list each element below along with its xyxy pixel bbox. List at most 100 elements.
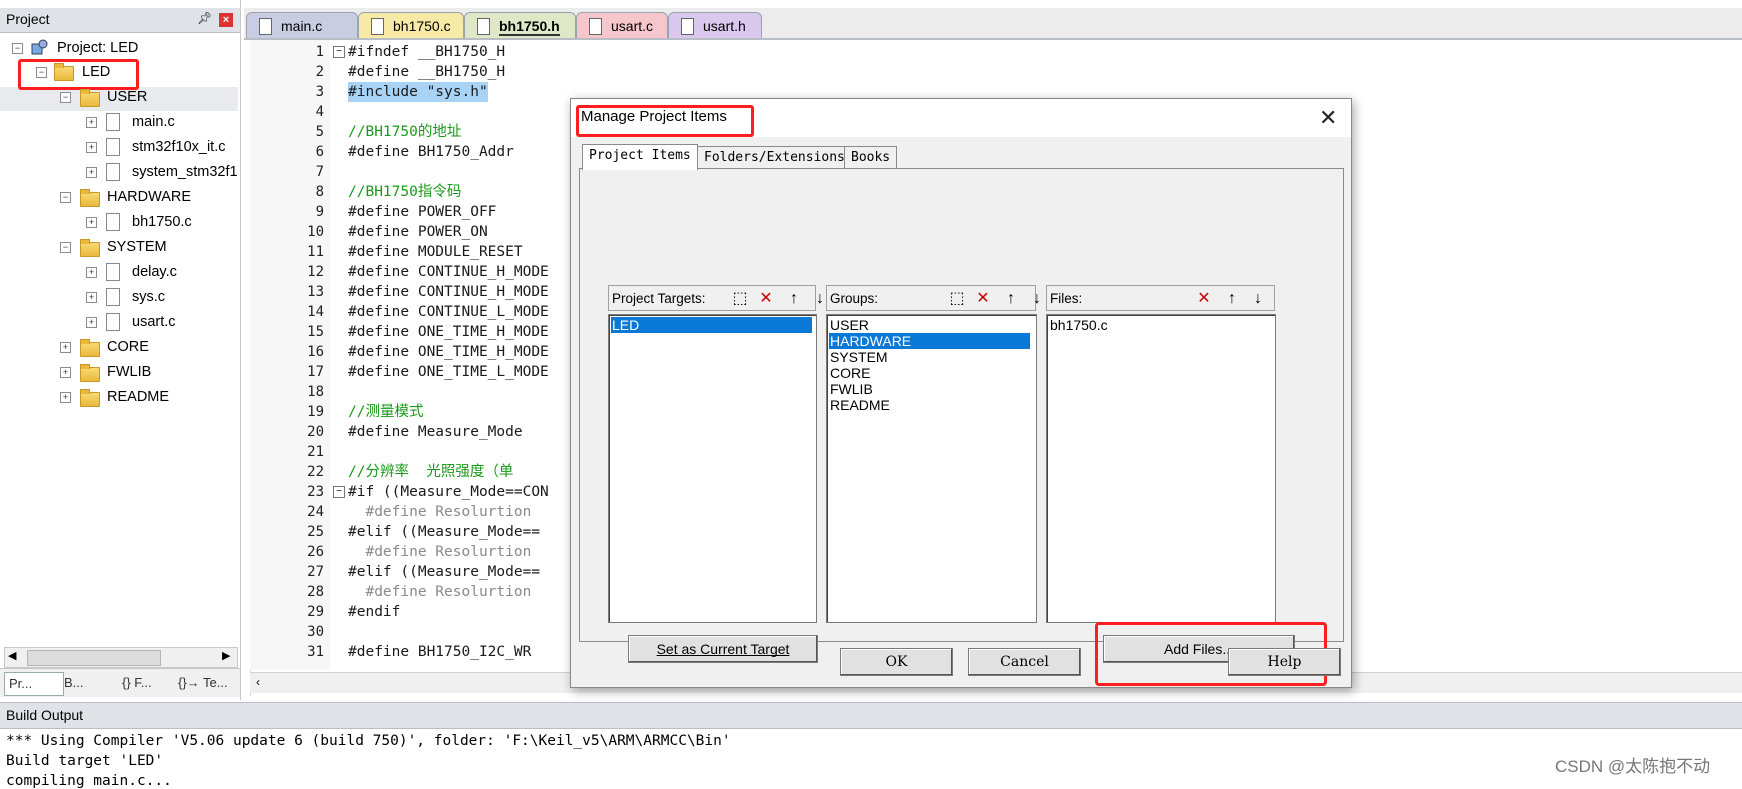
fold-icon[interactable]: −: [333, 46, 345, 58]
code-line[interactable]: #define Measure_Mode: [348, 422, 523, 442]
expand-icon[interactable]: +: [86, 217, 97, 228]
code-line[interactable]: #define ONE_TIME_H_MODE: [348, 342, 549, 362]
scroll-left-icon[interactable]: ‹: [256, 675, 260, 689]
editor-tab-usart-c[interactable]: usart.c: [576, 12, 668, 38]
collapse-icon[interactable]: −: [60, 192, 71, 203]
code-line[interactable]: //分辨率 光照强度（单: [348, 462, 513, 482]
delete-icon[interactable]: ✕: [1195, 290, 1213, 308]
code-line[interactable]: #define Resolurtion: [348, 502, 531, 522]
code-line[interactable]: //BH1750的地址: [348, 122, 461, 142]
tree-item-group-fwlib[interactable]: + FWLIB: [0, 360, 238, 384]
move-down-icon[interactable]: ↓: [1249, 290, 1267, 308]
code-line[interactable]: #define CONTINUE_H_MODE: [348, 262, 549, 282]
groups-listbox[interactable]: USER HARDWARE SYSTEM CORE FWLIB README: [826, 314, 1037, 623]
code-line[interactable]: #define ONE_TIME_L_MODE: [348, 362, 549, 382]
tab-templates[interactable]: {}→ Te...: [178, 672, 228, 694]
fold-icon[interactable]: −: [333, 486, 345, 498]
project-horizontal-scrollbar[interactable]: ◀ ▶: [4, 647, 238, 668]
tree-item-group-hardware[interactable]: − HARDWARE: [0, 185, 238, 209]
tree-item-file[interactable]: + usart.c: [0, 310, 238, 334]
expand-icon[interactable]: +: [86, 167, 97, 178]
list-item[interactable]: CORE: [829, 365, 1030, 381]
list-item[interactable]: HARDWARE: [829, 333, 1030, 349]
expand-icon[interactable]: +: [86, 267, 97, 278]
tab-books[interactable]: Books: [844, 146, 898, 169]
code-line[interactable]: #define __BH1750_H: [348, 62, 505, 82]
code-line[interactable]: #define CONTINUE_L_MODE: [348, 302, 549, 322]
code-line[interactable]: #define Resolurtion: [348, 542, 531, 562]
new-icon[interactable]: ⬚: [948, 290, 966, 308]
code-line[interactable]: //测量模式: [348, 402, 423, 422]
expand-icon[interactable]: +: [86, 117, 97, 128]
tree-item-file[interactable]: + main.c: [0, 110, 238, 134]
collapse-icon[interactable]: −: [60, 92, 71, 103]
scrollbar-thumb[interactable]: [27, 650, 161, 666]
expand-icon[interactable]: +: [86, 317, 97, 328]
editor-tab-bh1750-h[interactable]: bh1750.h: [464, 12, 576, 38]
expand-icon[interactable]: +: [86, 292, 97, 303]
editor-tab-usart-h[interactable]: usart.h: [668, 12, 762, 38]
tree-item-file[interactable]: + delay.c: [0, 260, 238, 284]
editor-tab-bh1750-c[interactable]: bh1750.c: [358, 12, 464, 38]
code-line[interactable]: //BH1750指令码: [348, 182, 461, 202]
new-icon[interactable]: ⬚: [731, 290, 749, 308]
tab-books[interactable]: B...: [64, 672, 84, 694]
move-up-icon[interactable]: ↑: [1223, 290, 1241, 308]
code-line[interactable]: #endif: [348, 602, 400, 622]
close-icon[interactable]: ✕: [1319, 105, 1337, 131]
code-line[interactable]: #elif ((Measure_Mode==: [348, 522, 540, 542]
set-as-current-target-button[interactable]: Set as Current Target: [628, 635, 818, 663]
code-line[interactable]: #define CONTINUE_H_MODE: [348, 282, 549, 302]
tab-functions[interactable]: {} F...: [122, 672, 152, 694]
code-line[interactable]: #include "sys.h": [348, 82, 488, 102]
help-button[interactable]: Help: [1228, 648, 1341, 676]
files-listbox[interactable]: bh1750.c: [1046, 314, 1276, 623]
list-item[interactable]: SYSTEM: [829, 349, 1030, 365]
delete-icon[interactable]: ✕: [974, 290, 992, 308]
tree-item-group-user[interactable]: − USER: [0, 85, 238, 109]
tree-item-group-readme[interactable]: + README: [0, 385, 238, 409]
expand-icon[interactable]: +: [86, 142, 97, 153]
editor-tab-main-c[interactable]: main.c: [246, 12, 358, 38]
tab-folders-extensions[interactable]: Folders/Extensions: [697, 146, 852, 169]
tree-item-file[interactable]: + bh1750.c: [0, 210, 238, 234]
code-line[interactable]: #define BH1750_I2C_WR: [348, 642, 531, 662]
list-item[interactable]: LED: [611, 317, 812, 333]
tree-item-group-core[interactable]: + CORE: [0, 335, 238, 359]
tab-project-items[interactable]: Project Items: [582, 144, 698, 170]
scroll-right-icon[interactable]: ▶: [222, 649, 230, 662]
targets-listbox[interactable]: LED: [608, 314, 817, 623]
list-item[interactable]: README: [829, 397, 1030, 413]
tree-item-file[interactable]: + system_stm32f1: [0, 160, 238, 184]
tree-item-file[interactable]: + sys.c: [0, 285, 238, 309]
code-line[interactable]: #ifndef __BH1750_H: [348, 42, 505, 62]
code-line[interactable]: #define POWER_OFF: [348, 202, 496, 222]
ok-button[interactable]: OK: [840, 648, 953, 676]
expand-icon[interactable]: +: [60, 392, 71, 403]
tree-item-project-root[interactable]: − Project: LED: [0, 36, 238, 60]
delete-icon[interactable]: ✕: [757, 290, 775, 308]
collapse-icon[interactable]: −: [12, 43, 23, 54]
code-line[interactable]: #define Resolurtion: [348, 582, 531, 602]
cancel-button[interactable]: Cancel: [968, 648, 1081, 676]
code-line[interactable]: #define MODULE_RESET: [348, 242, 523, 262]
expand-icon[interactable]: +: [60, 342, 71, 353]
move-down-icon[interactable]: ↓: [1028, 290, 1046, 308]
tree-item-file[interactable]: + stm32f10x_it.c: [0, 135, 238, 159]
list-item[interactable]: bh1750.c: [1049, 317, 1270, 333]
scroll-left-icon[interactable]: ◀: [8, 649, 16, 662]
move-up-icon[interactable]: ↑: [1002, 290, 1020, 308]
close-icon[interactable]: ×: [219, 13, 233, 27]
code-line[interactable]: #define ONE_TIME_H_MODE: [348, 322, 549, 342]
expand-icon[interactable]: +: [60, 367, 71, 378]
list-item[interactable]: FWLIB: [829, 381, 1030, 397]
collapse-icon[interactable]: −: [60, 242, 71, 253]
code-line[interactable]: #define BH1750_Addr: [348, 142, 514, 162]
code-line[interactable]: #elif ((Measure_Mode==: [348, 562, 540, 582]
code-line[interactable]: #if ((Measure_Mode==CON: [348, 482, 549, 502]
tree-item-group-system[interactable]: − SYSTEM: [0, 235, 238, 259]
code-line[interactable]: #define POWER_ON: [348, 222, 488, 242]
list-item[interactable]: USER: [829, 317, 1030, 333]
move-up-icon[interactable]: ↑: [785, 290, 803, 308]
pin-icon[interactable]: 📌︎: [197, 11, 212, 25]
